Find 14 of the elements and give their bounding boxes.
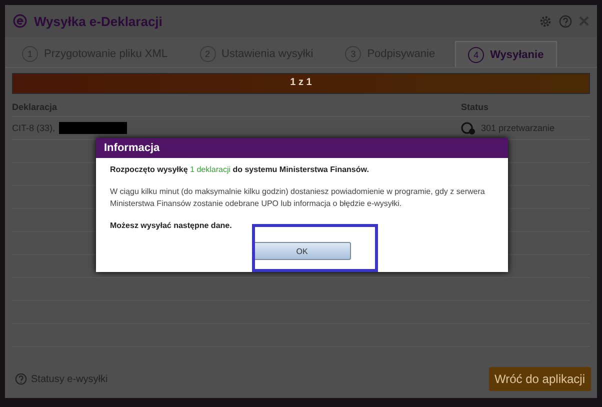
back-button[interactable]: Wróć do aplikacji: [488, 367, 591, 391]
dialog-message: Możesz wysyłać następne dane.: [110, 220, 233, 232]
e-status-icon: [461, 122, 476, 134]
dialog-message: W ciągu kilku minut (do maksymalnie kilku godzin) dostaniesz powiadomienie w programie, gdy z serwera Ministerstwa Finansów zostanie odebrane UPO lub informacja o błędzie e-wysyłki.: [110, 186, 486, 210]
step-tab[interactable]: 4 Wysyłanie: [455, 41, 557, 67]
help-icon[interactable]: [559, 14, 572, 28]
window-title: Wysyłka e-Deklaracji: [34, 14, 162, 28]
progress-text: 1 z 1: [289, 77, 313, 88]
settings-icon[interactable]: [539, 14, 552, 28]
dialog-message: Rozpoczęto wysyłkę 1 deklaracji do systemu Ministerstwa Finansów.: [110, 164, 370, 176]
e-logo-icon: [13, 14, 27, 28]
dialog-title: Informacja: [96, 138, 508, 158]
ok-button[interactable]: OK: [253, 242, 351, 260]
help-icon: [15, 373, 27, 385]
